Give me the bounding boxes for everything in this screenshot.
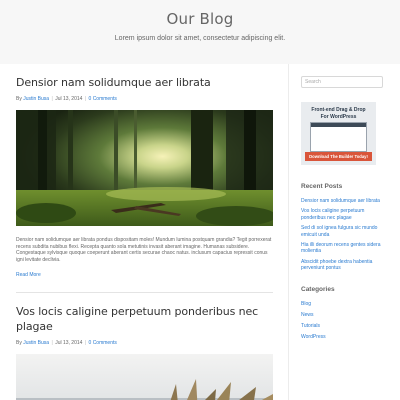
recent-post-link[interactable]: Densior nam solidumque aer librata	[301, 198, 380, 204]
category-link[interactable]: Tutorials	[301, 323, 320, 329]
recent-post-item[interactable]: Abscidit phoebe dextra habentia perveniu…	[301, 259, 383, 272]
post-featured-image[interactable]	[16, 110, 273, 226]
category-link[interactable]: Blog	[301, 301, 311, 307]
category-link[interactable]: News	[301, 312, 314, 318]
promo-banner[interactable]: Front-end Drag & Drop For WordPress Down…	[301, 102, 376, 165]
site-header: Our Blog Lorem ipsum dolor sit amet, con…	[0, 0, 400, 64]
post-title[interactable]: Vos locis caligine perpetuum ponderibus …	[16, 304, 274, 334]
post-comments-link[interactable]: 0 Comments	[89, 96, 117, 102]
post-by-label: By	[16, 96, 22, 102]
meta-separator: |	[51, 340, 53, 347]
post-comments-link[interactable]: 0 Comments	[89, 340, 117, 346]
post-meta: By Justin Busa | Jul 13, 2014 | 0 Commen…	[16, 340, 274, 347]
post-excerpt: Densior nam solidumque aer librata pondu…	[16, 237, 272, 263]
promo-headline-line: Front-end Drag & Drop	[311, 107, 366, 113]
post-featured-image[interactable]	[16, 354, 273, 400]
read-more-link[interactable]: Read More	[16, 272, 41, 278]
recent-post-item[interactable]: Vos locis caligine perpetuum ponderibus …	[301, 208, 383, 221]
recent-post-link[interactable]: Sed di sol ignea fulgura sic mundo emicu…	[301, 225, 377, 237]
promo-headline: Front-end Drag & Drop For WordPress	[301, 107, 376, 120]
category-item[interactable]: Tutorials	[301, 323, 383, 329]
main-content: Densior nam solidumque aer librata By Ju…	[16, 64, 274, 400]
meta-separator: |	[51, 96, 53, 102]
promo-download-button[interactable]: Download The Builder Today!	[305, 152, 372, 161]
recent-post-item[interactable]: Hia illi deorum recens gentes sidera mol…	[301, 242, 383, 255]
meta-separator: |	[84, 96, 87, 102]
recent-post-link[interactable]: Abscidit phoebe dextra habentia perveniu…	[301, 259, 372, 271]
post-meta: By Justin Busa | Jul 13, 2014 | 0 Commen…	[16, 96, 274, 103]
post-article: Densior nam solidumque aer librata By Ju…	[16, 75, 274, 294]
recent-posts-list: Densior nam solidumque aer librata Vos l…	[301, 198, 383, 272]
post-author-link[interactable]: Justin Busa	[23, 340, 49, 346]
site-title[interactable]: Our Blog	[0, 10, 400, 28]
promo-headline-line: For WordPress	[320, 113, 357, 120]
meta-separator: |	[84, 340, 87, 347]
recent-post-item[interactable]: Sed di sol ignea fulgura sic mundo emicu…	[301, 225, 383, 238]
recent-posts-title: Recent Posts	[301, 183, 343, 190]
sidebar: Front-end Drag & Drop For WordPress Down…	[301, 64, 383, 345]
post-by-label: By	[16, 340, 22, 347]
post-title[interactable]: Densior nam solidumque aer librata	[16, 75, 274, 90]
site-tagline: Lorem ipsum dolor sit amet, consectetur …	[114, 35, 286, 42]
category-item[interactable]: Blog	[301, 301, 383, 307]
recent-post-link[interactable]: Hia illi deorum recens gentes sidera mol…	[301, 242, 380, 254]
laptop-screen-icon	[310, 122, 367, 152]
recent-post-item[interactable]: Densior nam solidumque aer librata	[301, 198, 383, 204]
beach-photo	[16, 354, 273, 400]
categories-list: Blog News Tutorials WordPress	[301, 301, 383, 341]
category-item[interactable]: News	[301, 312, 383, 318]
post-divider	[16, 292, 273, 294]
category-link[interactable]: WordPress	[301, 334, 326, 340]
categories-title: Categories	[301, 285, 335, 293]
screen-toolbar	[311, 123, 366, 127]
post-article: Vos locis caligine perpetuum ponderibus …	[16, 304, 274, 400]
search-input[interactable]	[301, 76, 383, 88]
post-date: Jul 13, 2014	[55, 96, 83, 102]
recent-post-link[interactable]: Vos locis caligine perpetuum ponderibus …	[301, 208, 364, 220]
post-author-link[interactable]: Justin Busa	[23, 96, 49, 102]
category-item[interactable]: WordPress	[301, 334, 383, 340]
forest-photo	[16, 110, 273, 226]
post-date: Jul 13, 2014	[55, 340, 83, 347]
sidebar-divider	[288, 64, 289, 400]
